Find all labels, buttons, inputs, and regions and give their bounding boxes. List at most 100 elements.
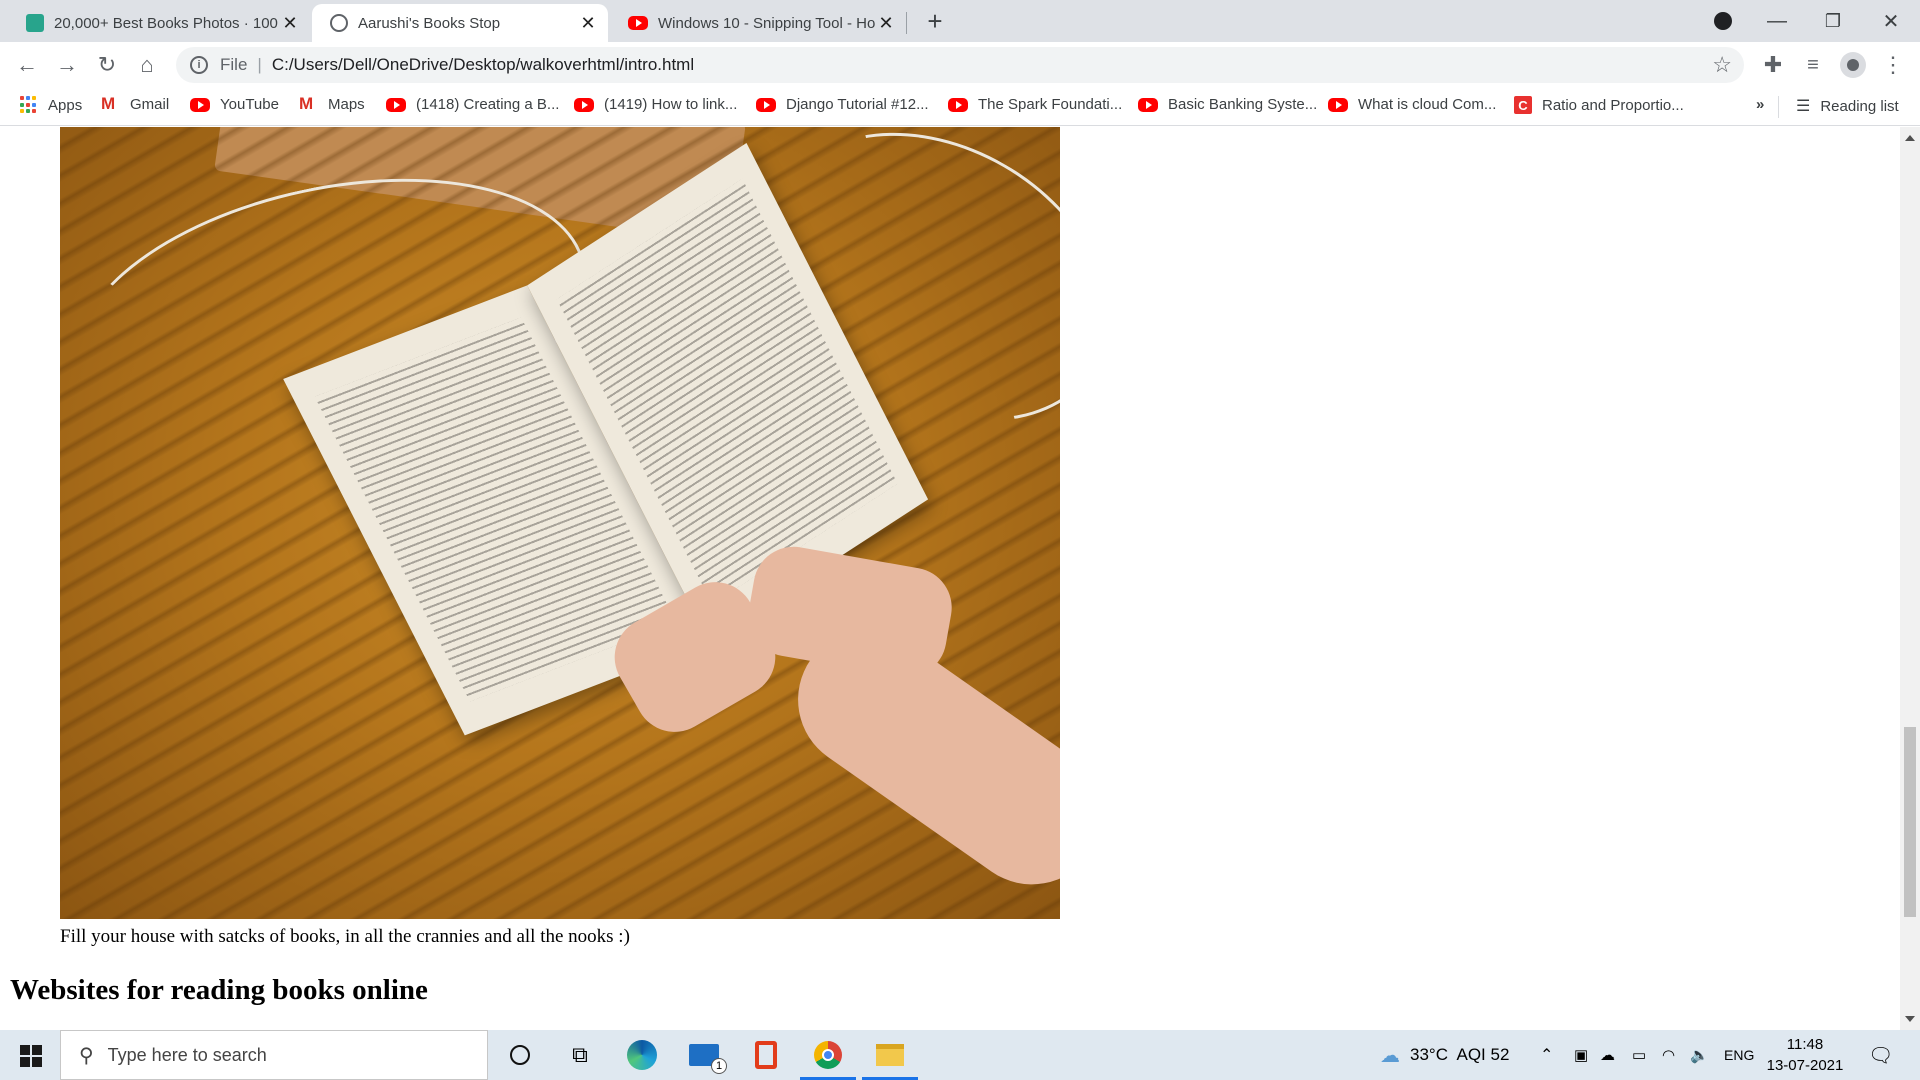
minimize-icon[interactable]: — [1762,6,1792,36]
tab-title: Aarushi's Books Stop [358,14,501,32]
close-tab-icon[interactable]: ✕ [578,13,598,34]
bookmark-banking[interactable]: Basic Banking Syste... [1138,96,1317,113]
image-caption: Fill your house with satcks of books, in… [60,926,630,947]
close-window-icon[interactable]: ✕ [1876,6,1906,36]
bookmark-youtube[interactable]: YouTube [190,96,279,113]
bookmark-cloud[interactable]: What is cloud Com... [1328,96,1496,113]
windows-start-icon[interactable] [20,1045,42,1067]
weather-widget[interactable]: ☁ 33°C AQI 52 [1380,1030,1509,1080]
tab-separator [906,12,907,34]
reading-book-photo [60,127,1060,919]
apps-icon [20,96,38,114]
tab-strip: 20,000+ Best Books Photos · 100 ✕ Aarush… [0,0,1920,42]
bookmark-label: What is cloud Com... [1358,96,1497,113]
bookmark-label: Ratio and Proportio... [1542,96,1684,114]
bookmark-how-to-link[interactable]: (1419) How to link... [574,96,737,113]
new-tab-icon[interactable]: + [920,6,950,36]
page-scrollbar[interactable] [1900,127,1920,1030]
youtube-icon [386,97,406,112]
bookmark-star-icon[interactable]: ☆ [1712,52,1732,78]
info-icon[interactable]: i [190,56,208,74]
close-tab-icon[interactable]: ✕ [876,13,896,34]
bookmark-label: (1418) Creating a B... [416,96,560,113]
tab-books-photos[interactable]: 20,000+ Best Books Photos · 100 ✕ [8,4,310,42]
image-site-icon [26,14,44,32]
youtube-icon [190,97,210,112]
bookmark-django[interactable]: Django Tutorial #12... [756,96,929,113]
address-url[interactable]: C:/Users/Dell/OneDrive/Desktop/walkoverh… [272,55,694,75]
weather-text: 33°C AQI 52 [1410,1045,1510,1064]
bookmark-ratio[interactable]: C Ratio and Proportio... [1514,96,1684,114]
file-explorer-icon[interactable] [860,1030,920,1080]
youtube-icon [1328,97,1348,112]
bookmark-label: Basic Banking Syste... [1168,96,1318,113]
bookmark-label: Maps [328,96,365,113]
windows-taskbar: ⚲ Type here to search ⧉ 1 ☁ 33°C AQI 52 … [0,1030,1920,1080]
section-heading: Websites for reading books online [10,974,428,1006]
bookmark-apps[interactable]: Apps [20,96,82,114]
weather-cloud-icon: ☁ [1380,1044,1400,1067]
clock-date: 13-07-2021 [1766,1057,1844,1074]
tab-snipping-tool[interactable]: Windows 10 - Snipping Tool - Ho ✕ [610,4,906,42]
task-view-icon[interactable]: ⧉ [550,1030,610,1080]
restore-icon[interactable]: ❐ [1818,6,1848,36]
address-bar[interactable]: i File | C:/Users/Dell/OneDrive/Desktop/… [176,47,1744,83]
bookmark-maps[interactable]: Maps [298,94,365,114]
scroll-down-icon[interactable] [1905,1016,1915,1022]
bookmark-creating[interactable]: (1418) Creating a B... [386,96,559,113]
tab-search-icon[interactable] [1708,6,1738,36]
gmail-icon [100,94,120,114]
wifi-icon[interactable]: ◠ [1662,1030,1675,1080]
volume-icon[interactable]: 🔈 [1690,1030,1709,1080]
network-drive-icon[interactable]: ☁ [1600,1030,1615,1080]
reading-list-label: Reading list [1820,97,1899,115]
scrollbar-thumb[interactable] [1904,727,1916,917]
clock-time: 11:48 [1786,1036,1824,1053]
bookmark-label: YouTube [220,96,279,113]
bookmark-spark[interactable]: The Spark Foundati... [948,96,1122,113]
youtube-icon [628,16,648,30]
scroll-up-icon[interactable] [1905,135,1915,141]
gmail-icon [298,94,318,114]
extensions-icon[interactable]: ✚ [1758,50,1788,80]
bookmark-label: Django Tutorial #12... [786,96,929,113]
reading-list-button[interactable]: ☰ Reading list [1796,96,1899,116]
globe-icon [330,14,348,32]
battery-icon[interactable]: ▭ [1632,1030,1646,1080]
bookmarks-divider [1778,96,1779,118]
reading-list-icon: ☰ [1796,98,1811,115]
bookmark-gmail[interactable]: Gmail [100,94,170,114]
c-icon: C [1514,96,1532,114]
mail-icon[interactable]: 1 [674,1030,734,1080]
taskbar-search-input[interactable]: ⚲ Type here to search [60,1030,488,1080]
back-icon[interactable]: ← [12,50,42,80]
chrome-icon[interactable] [798,1030,858,1080]
edge-icon[interactable] [612,1030,672,1080]
bookmark-label: The Spark Foundati... [978,96,1123,113]
language-indicator[interactable]: ENG [1724,1030,1754,1080]
cortana-icon[interactable] [490,1030,550,1080]
close-tab-icon[interactable]: ✕ [280,13,300,34]
bookmark-label: Gmail [130,96,170,113]
menu-icon[interactable]: ⋮ [1878,50,1908,80]
home-icon[interactable]: ⌂ [132,50,162,80]
tab-title: 20,000+ Best Books Photos · 100 [54,14,278,32]
show-hidden-icons-icon[interactable]: ⌃ [1540,1030,1553,1080]
reload-icon[interactable]: ↻ [92,50,122,80]
tab-books-stop[interactable]: Aarushi's Books Stop ✕ [312,4,608,42]
meet-now-icon[interactable]: ▣ [1574,1030,1588,1080]
media-control-icon[interactable]: ≡ [1798,50,1828,80]
office-icon[interactable] [736,1030,796,1080]
profile-avatar[interactable] [1838,50,1868,80]
bookmarks-overflow-button[interactable]: » [1756,96,1764,113]
notifications-icon[interactable]: 🗨 [1868,1030,1893,1080]
youtube-icon [1138,97,1158,112]
tab-title: Windows 10 - Snipping Tool - Ho [658,14,876,32]
address-divider: | [257,55,262,74]
search-icon: ⚲ [79,1044,94,1067]
forward-icon[interactable]: → [52,50,82,80]
system-clock[interactable]: 11:48 13-07-2021 [1760,1034,1850,1076]
youtube-icon [948,97,968,112]
page-viewport: Fill your house with satcks of books, in… [0,127,1900,1030]
browser-toolbar: ← → ↻ ⌂ i File | C:/Users/Dell/OneDrive/… [0,42,1920,88]
